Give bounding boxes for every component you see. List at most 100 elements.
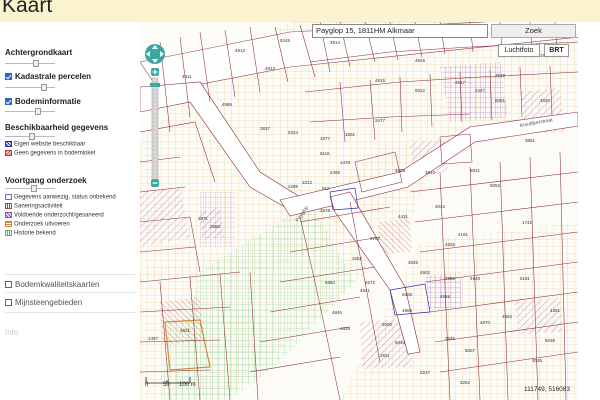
parcel-label: 2811 [380, 353, 390, 358]
parcel-label: 5272 [365, 280, 376, 285]
parcel-label: 4931 [180, 328, 191, 333]
parcel-label: 4809 [395, 168, 406, 173]
parcel-label: 5584 [325, 280, 336, 285]
parcel-label: 4814 [330, 40, 341, 45]
parcel-label: 5022 [415, 88, 426, 93]
parcel-label: 2680 [210, 224, 221, 229]
parcel-label: 1478 [340, 160, 351, 165]
cadastral-label: Kadastrale percelen [15, 72, 92, 81]
parcel-label: 4841 [360, 288, 371, 293]
basemap-label: Achtergrondkaart [5, 48, 73, 57]
parcel-label: 3645 [445, 336, 456, 341]
parcel-label: 4845 [408, 260, 419, 265]
soil-opacity-slider[interactable] [5, 108, 55, 115]
cadastral-checkbox[interactable] [5, 73, 12, 80]
parcel-label: 2495 [330, 170, 341, 175]
scale-label: 100 m [179, 382, 196, 388]
parcel-label: 4813 [265, 66, 276, 71]
progress-opacity-slider[interactable] [5, 185, 55, 192]
slider-knob[interactable] [29, 133, 35, 140]
cadastral-opacity-slider[interactable] [5, 84, 55, 91]
parcel-label: 3871 [198, 216, 209, 221]
page-title: Kaart [2, 0, 53, 17]
page-scrollbar[interactable] [578, 22, 600, 400]
divider [5, 274, 135, 275]
parcel-label: 1497 [148, 336, 159, 341]
parcel-label: 4846 [332, 310, 343, 315]
parcel-label: 4868 [402, 308, 413, 313]
parcel-label: 2447 [475, 88, 486, 93]
parcel-label: 5181 [520, 276, 531, 281]
parcel-label: 4870 [480, 320, 491, 325]
title-bar: Kaart [0, 0, 600, 22]
parcel-label: 4328 [340, 326, 351, 331]
mining-checkbox[interactable] [5, 299, 12, 306]
layer-panel: Achtergrondkaart Kadastrale percelen Bod… [0, 22, 140, 400]
parcel-label: 3851 [525, 138, 536, 143]
parcel-label: 4816 [415, 58, 426, 63]
parcel-label: 2477 [375, 118, 386, 123]
parcel-label: 4817 [455, 80, 466, 85]
parcel-label: 4825 [445, 242, 456, 247]
availability-heading: Beschikbaarheid gegevens [5, 123, 109, 132]
parcel-label: 4986 [222, 102, 233, 107]
parcel-label: 2578 [320, 208, 331, 213]
parcel-label: 3837 [260, 126, 271, 131]
parcel-label: 4815 [375, 78, 386, 83]
parcel-label: 3262 [352, 256, 363, 261]
legend-item: Historie bekend [5, 230, 56, 237]
slider-knob[interactable] [33, 60, 39, 67]
aerial-toggle-button[interactable]: Luchtfoto [498, 44, 540, 57]
parcel-label: 4848 [470, 276, 481, 281]
parcel-label: 5007 [465, 348, 476, 353]
parcel-label: 4818 [495, 73, 506, 78]
parcel-label: 4902 [420, 270, 431, 275]
parcel-label: 4862 [502, 314, 513, 319]
parcel-label: 4042 [435, 204, 446, 209]
parcel-label: 5031 [470, 168, 481, 173]
parcel-label: 8061 [495, 98, 506, 103]
parcel-label: 4811 [182, 74, 192, 79]
zoom-slider-track[interactable] [151, 77, 159, 179]
brt-toggle-button[interactable]: BRT [544, 44, 569, 57]
availability-opacity-slider[interactable] [5, 133, 55, 140]
divider [5, 312, 135, 313]
parcel-label: 1877 [320, 136, 331, 141]
parcel-label: 6116 [320, 151, 330, 156]
parcel-label: 5036 [545, 338, 556, 343]
parcel-label: 3045 [532, 358, 543, 363]
parcel-label: 4858 [440, 294, 451, 299]
parcel-label: 2288 [288, 184, 299, 189]
parcel-label: 1601 [345, 132, 356, 137]
legend-item: Saneringsactiviteit [5, 203, 63, 210]
scale-bar: 0 50 100 m [145, 376, 196, 390]
coordinate-readout: 111749, 516083 [524, 386, 571, 393]
parcel-label: 5046 [395, 340, 406, 345]
soilquality-checkbox[interactable] [5, 281, 12, 288]
legend-item: Voldoende onderzocht/gesaneerd [5, 212, 104, 219]
map-canvas[interactable]: 4811 4812 4813 4814 4815 4816 4817 4818 … [140, 22, 578, 400]
parcel-label: 4866 [445, 276, 456, 281]
parcel-label: 4431 [398, 214, 409, 219]
soil-label: Bodeminformatie [15, 97, 81, 106]
slider-knob[interactable] [35, 108, 41, 115]
legend-item: Geen gegevens in bodemloket [5, 150, 95, 157]
address-search-input[interactable]: Payglop 15, 1811HM Alkmaar [312, 24, 488, 38]
parcel-label: 4820 [540, 98, 551, 103]
soil-checkbox[interactable] [5, 98, 12, 105]
scale-label: 50 [163, 382, 170, 388]
parcel-label: 4810 [425, 170, 436, 175]
legend-item: Eigen website beschikbaar [5, 141, 85, 148]
parcel-label: 5224 [288, 130, 299, 135]
parcel-label: 3312 [302, 180, 313, 185]
search-button[interactable]: Zoek [491, 24, 576, 38]
slider-knob[interactable] [31, 185, 37, 192]
pan-zoom-control[interactable] [143, 42, 167, 192]
slider-knob[interactable] [41, 84, 47, 91]
parcel-label: 2247 [420, 370, 431, 375]
basemap-opacity-slider[interactable] [5, 60, 55, 67]
sidebar-footer: Info [5, 328, 19, 337]
legend-item: Gegevens aanwezig, status onbekend [5, 194, 116, 201]
zoom-slider-thumb[interactable] [150, 83, 160, 87]
map-navigation [143, 42, 167, 197]
